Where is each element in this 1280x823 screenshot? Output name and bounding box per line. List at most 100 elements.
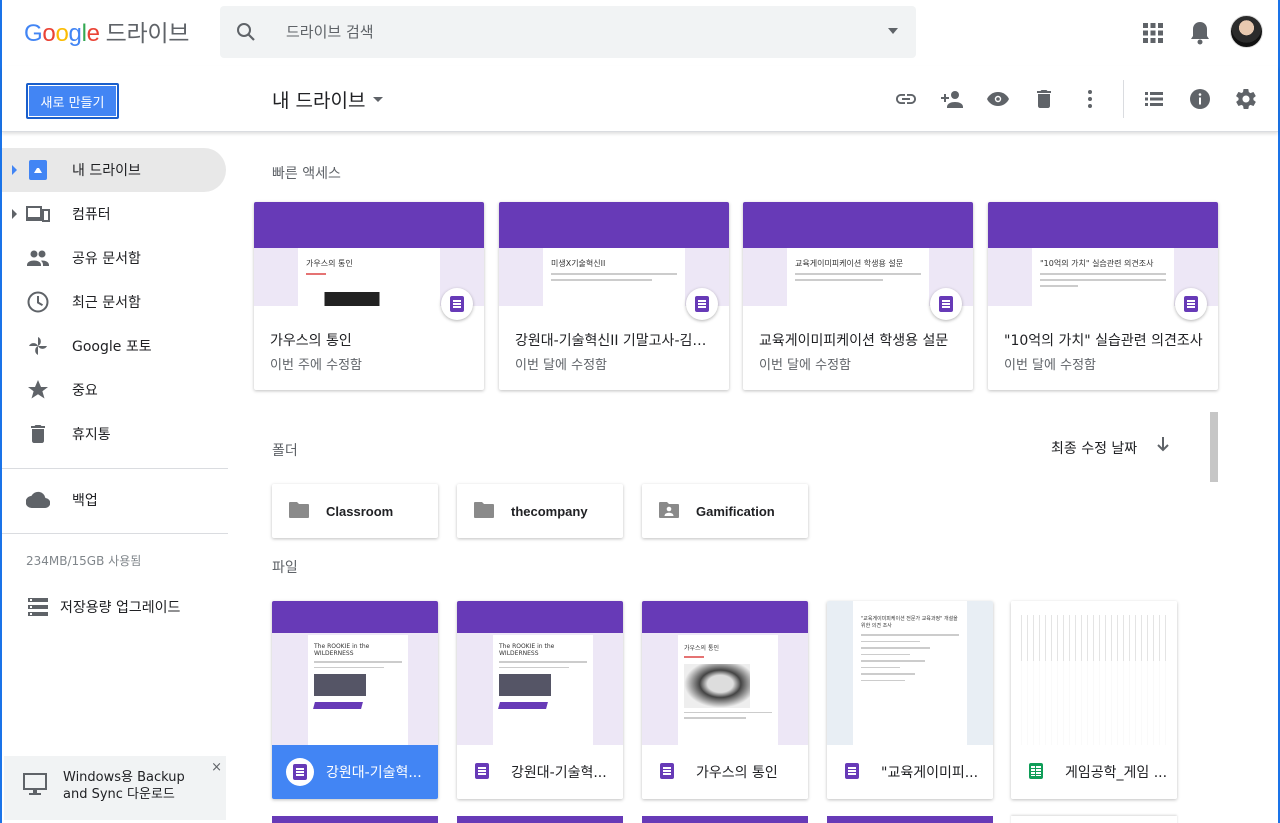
expand-arrow-icon[interactable] — [12, 209, 17, 219]
shared-people-icon — [27, 250, 49, 266]
account-avatar[interactable] — [1230, 15, 1263, 48]
link-icon[interactable] — [894, 87, 918, 111]
quick-access-card[interactable]: 교육게이미피케이션 학생용 설문 교육게이미피케이션 학생용 설문 이번 달에 … — [743, 202, 973, 390]
preview-tag — [313, 702, 363, 709]
file-name-bar[interactable]: 강원대-기술혁... — [272, 745, 438, 799]
sort-by-label[interactable]: 최종 수정 날짜 — [1051, 438, 1137, 458]
quick-access-card[interactable]: 미생X기술혁신II 강원대-기술혁신II 기말고사-김상... 이번 달에 수정… — [499, 202, 729, 390]
sort-direction-arrow-icon[interactable] — [1154, 434, 1172, 454]
more-vert-icon[interactable] — [1078, 87, 1102, 111]
folder-item[interactable]: Classroom — [272, 484, 438, 538]
file-item[interactable]: 가우스의 통인 가우스의 통인 — [642, 601, 808, 799]
file-item-next-row[interactable] — [642, 816, 808, 823]
sidebar-item-starred[interactable]: 중요 — [2, 368, 226, 412]
backup-promo-text[interactable]: Windows용 Backup and Sync 다운로드 — [63, 769, 213, 803]
preview-line — [861, 660, 925, 662]
file-item-next-row[interactable] — [827, 816, 993, 823]
sidebar-item-label: 최근 문서함 — [72, 295, 141, 311]
card-subtitle: 이번 주에 수정함 — [270, 358, 362, 373]
file-item-next-row[interactable] — [1011, 816, 1177, 823]
file-name-bar[interactable]: 게임공학_게임 ... — [1011, 745, 1177, 799]
close-icon[interactable]: × — [211, 760, 222, 775]
sidebar-item-recent[interactable]: 최근 문서함 — [2, 280, 226, 324]
search-options-dropdown-icon[interactable] — [888, 28, 898, 34]
forms-icon — [286, 758, 314, 786]
preview-tag — [498, 702, 548, 709]
chevron-down-icon — [373, 97, 384, 102]
sidebar-divider — [2, 468, 228, 469]
search-input[interactable] — [286, 20, 846, 44]
folder-item[interactable]: thecompany — [457, 484, 623, 538]
storage-usage: 234MB/15GB 사용됨 — [26, 554, 142, 568]
preview-line — [314, 666, 385, 668]
sidebar-item-photos[interactable]: Google 포토 — [2, 324, 226, 368]
upgrade-storage-link[interactable]: 저장용량 업그레이드 — [26, 595, 180, 619]
file-name: 강원대-기술혁... — [326, 765, 422, 781]
preview-line — [861, 653, 910, 655]
quick-access-card[interactable]: "10억의 가치" 실습관련 의견조사 "10억의 가치" 실습관련 의견조사 … — [988, 202, 1218, 390]
list-view-icon[interactable] — [1142, 87, 1166, 111]
preview-title: "10억의 가치" 실습관련 의견조사 — [1040, 259, 1154, 268]
sidebar-item-my-drive[interactable]: 내 드라이브 — [2, 148, 226, 192]
file-name-bar[interactable]: 가우스의 통인 — [642, 745, 808, 799]
upgrade-label: 저장용량 업그레이드 — [60, 600, 181, 616]
file-name: "교육게이미피... — [881, 765, 979, 781]
star-icon — [28, 380, 48, 399]
file-item[interactable]: The ROOKIE in the WILDERNESS 강원대-기술혁... — [457, 601, 623, 799]
file-item[interactable]: The ROOKIE in the WILDERNESS 강원대-기술혁... — [272, 601, 438, 799]
backup-promo[interactable]: Windows용 Backup and Sync 다운로드 × — [4, 756, 226, 820]
notifications-bell-icon[interactable] — [1188, 20, 1212, 46]
preview-line — [684, 656, 704, 658]
file-name-bar[interactable]: "교육게이미피... — [827, 745, 993, 799]
file-item[interactable]: "교육게이미피케이션 전문가 교육과정" 개설을 위한 의견 조사 "교육게이미… — [827, 601, 993, 799]
clock-icon — [27, 291, 49, 313]
preview-title: 교육게이미피케이션 학생용 설문 — [795, 259, 904, 268]
sidebar-item-label: 공유 문서함 — [72, 251, 141, 267]
folder-icon — [474, 502, 494, 518]
card-subtitle: 이번 달에 수정함 — [1004, 358, 1096, 373]
folder-icon — [289, 502, 309, 518]
sidebar-item-label: 휴지통 — [72, 427, 111, 443]
trash-icon[interactable] — [1032, 87, 1056, 111]
preview-eye-icon[interactable] — [986, 87, 1010, 111]
file-item-next-row[interactable] — [272, 816, 438, 823]
quick-access-card[interactable]: 가우스의 통인 가우스의 통인 이번 주에 수정함 — [254, 202, 484, 390]
sidebar-item-label: 중요 — [72, 383, 98, 399]
preview-line — [861, 640, 920, 642]
forms-icon — [660, 763, 676, 781]
file-name-bar[interactable]: 강원대-기술혁... — [457, 745, 623, 799]
info-icon[interactable] — [1188, 87, 1212, 111]
file-name: 강원대-기술혁... — [511, 765, 607, 781]
preview-line — [314, 661, 402, 663]
folder-item[interactable]: Gamification — [642, 484, 808, 538]
spreadsheet-blank-area — [1021, 661, 1167, 745]
add-person-icon[interactable] — [940, 87, 964, 111]
google-drive-logo[interactable]: Google 드라이브 — [24, 14, 189, 48]
my-drive-icon — [29, 160, 47, 180]
search-bar[interactable] — [220, 6, 916, 58]
settings-gear-icon[interactable] — [1234, 87, 1258, 111]
scrollbar[interactable] — [1210, 412, 1218, 482]
sidebar-item-trash[interactable]: 휴지통 — [2, 412, 226, 456]
apps-grid-icon[interactable] — [1142, 22, 1164, 44]
storage-icon — [28, 598, 48, 616]
search-icon[interactable] — [234, 20, 258, 44]
sidebar-item-backup[interactable]: 백업 — [2, 478, 226, 522]
folder-name: thecompany — [511, 503, 588, 519]
file-item[interactable]: 게임공학_게임 ... — [1011, 601, 1177, 799]
sidebar-item-computers[interactable]: 컴퓨터 — [2, 192, 226, 236]
files-title: 파일 — [272, 560, 298, 576]
logo-product: 드라이브 — [105, 21, 190, 47]
new-button[interactable]: 새로 만들기 — [26, 83, 119, 119]
preview-image — [684, 663, 750, 708]
card-subtitle: 이번 달에 수정함 — [759, 358, 851, 373]
forms-icon — [686, 288, 718, 320]
file-item-next-row[interactable] — [457, 816, 623, 823]
expand-arrow-icon[interactable] — [12, 165, 17, 175]
location-title-dropdown[interactable]: 내 드라이브 — [272, 86, 384, 113]
preview-title: 가우스의 통인 — [684, 645, 720, 652]
monitor-icon — [23, 773, 47, 795]
preview-title: 가우스의 통인 — [306, 259, 353, 268]
sidebar-item-shared[interactable]: 공유 문서함 — [2, 236, 226, 280]
folder-name: Classroom — [326, 503, 394, 519]
